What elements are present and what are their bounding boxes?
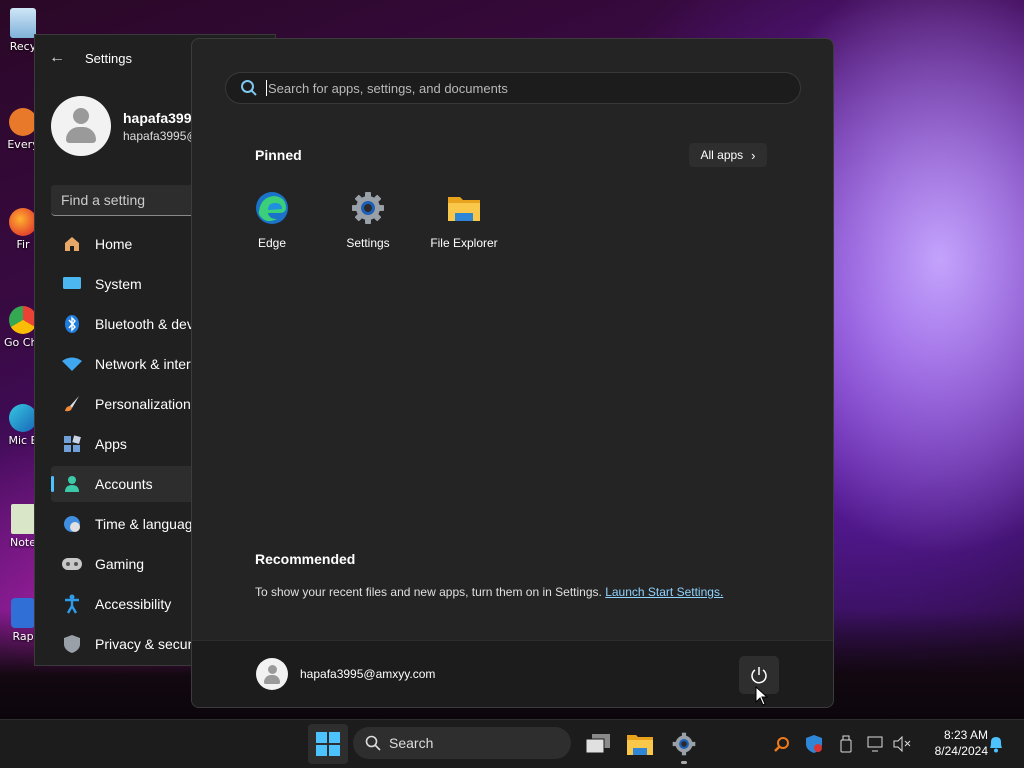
nav-label: Network & inter — [95, 356, 191, 372]
rapid-app-icon — [11, 598, 35, 628]
nav-label: Gaming — [95, 556, 145, 572]
mouse-cursor-icon — [755, 686, 769, 706]
task-view-button[interactable] — [578, 724, 618, 764]
start-button[interactable] — [308, 724, 348, 764]
taskbar-file-explorer[interactable] — [620, 724, 660, 764]
file-explorer-icon — [448, 197, 480, 221]
avatar — [256, 658, 288, 690]
volume-muted-icon[interactable] — [892, 734, 912, 754]
network-icon[interactable] — [866, 734, 886, 754]
taskbar: Search 8:23 AM 8/24/2024 — [0, 719, 1024, 768]
pinned-app-label: Settings — [346, 236, 390, 250]
firefox-icon — [9, 208, 37, 236]
edge-icon — [256, 192, 288, 224]
recommended-title: Recommended — [255, 551, 356, 567]
defender-shield-icon[interactable] — [804, 734, 824, 754]
all-apps-label: All apps — [700, 148, 744, 162]
profile-email: hapafa3995@ — [123, 128, 199, 143]
chrome-icon — [9, 306, 37, 334]
chevron-right-icon: › — [751, 147, 756, 163]
system-icon — [61, 275, 83, 293]
find-setting-placeholder: Find a setting — [61, 192, 146, 208]
tray-search-app-icon[interactable] — [772, 734, 792, 754]
accessibility-icon — [61, 594, 83, 614]
notification-bell-icon[interactable] — [986, 734, 1006, 754]
profile-name: hapafa3995 — [123, 109, 200, 126]
personalization-icon — [61, 395, 83, 413]
network-icon — [61, 355, 83, 373]
pinned-app-label: File Explorer — [430, 236, 498, 250]
start-user-email: hapafa3995@amxyy.com — [300, 667, 436, 681]
windows-logo-icon — [316, 732, 340, 756]
nav-label: Bluetooth & dev — [95, 316, 194, 332]
task-view-icon — [586, 734, 610, 754]
privacy-icon — [61, 635, 83, 653]
pinned-app-edge[interactable]: Edge — [224, 191, 320, 250]
clock-date: 8/24/2024 — [934, 744, 988, 758]
nav-label: Home — [95, 236, 133, 252]
search-icon — [241, 80, 257, 96]
settings-title: Settings — [85, 50, 132, 66]
apps-icon — [61, 435, 83, 453]
recommended-text: To show your recent files and new apps, … — [255, 585, 602, 599]
start-user-account[interactable]: hapafa3995@amxyy.com — [256, 658, 435, 690]
accounts-icon — [61, 475, 83, 493]
recycle-bin-icon — [10, 8, 36, 38]
gaming-icon — [61, 555, 83, 573]
clock-time: 8:23 AM — [943, 728, 988, 742]
time-language-icon — [61, 515, 83, 533]
taskbar-clock[interactable]: 8:23 AM 8/24/2024 — [918, 727, 988, 759]
avatar — [51, 96, 111, 156]
text-caret — [266, 80, 267, 96]
file-explorer-icon — [627, 735, 653, 755]
start-menu: Search for apps, settings, and documents… — [191, 38, 834, 708]
nav-label: System — [95, 276, 142, 292]
bluetooth-icon — [61, 315, 83, 333]
launch-start-settings-link[interactable]: Launch Start Settings. — [605, 585, 723, 599]
nav-label: Accessibility — [95, 596, 172, 612]
nav-label: Privacy & securi — [95, 636, 196, 652]
nav-label: Time & languag — [95, 516, 193, 532]
running-indicator — [681, 761, 687, 764]
taskbar-search-label: Search — [389, 735, 434, 751]
recommended-message: To show your recent files and new apps, … — [255, 585, 723, 599]
taskbar-search-box[interactable]: Search — [353, 727, 571, 759]
pinned-app-settings[interactable]: Settings — [320, 191, 416, 250]
taskbar-settings[interactable] — [664, 724, 704, 764]
start-search-input[interactable]: Search for apps, settings, and documents — [225, 72, 801, 104]
start-footer: hapafa3995@amxyy.com — [192, 640, 833, 707]
nav-label: Accounts — [95, 476, 153, 492]
usb-device-icon[interactable] — [836, 734, 856, 754]
nav-label: Apps — [95, 436, 127, 452]
notepad-icon — [11, 504, 35, 534]
edge-icon — [9, 404, 37, 432]
power-icon — [751, 667, 767, 684]
search-icon — [365, 735, 381, 751]
all-apps-button[interactable]: All apps › — [689, 143, 767, 167]
nav-label: Personalization — [95, 396, 191, 412]
home-icon — [61, 235, 83, 253]
settings-gear-icon — [352, 192, 384, 224]
start-search-placeholder: Search for apps, settings, and documents — [268, 80, 508, 96]
pinned-app-file-explorer[interactable]: File Explorer — [416, 191, 512, 250]
everything-app-icon — [9, 108, 37, 136]
pinned-app-label: Edge — [257, 236, 287, 250]
settings-gear-icon — [672, 732, 696, 756]
pinned-title: Pinned — [255, 147, 302, 163]
back-arrow-icon[interactable]: ← — [49, 49, 69, 67]
